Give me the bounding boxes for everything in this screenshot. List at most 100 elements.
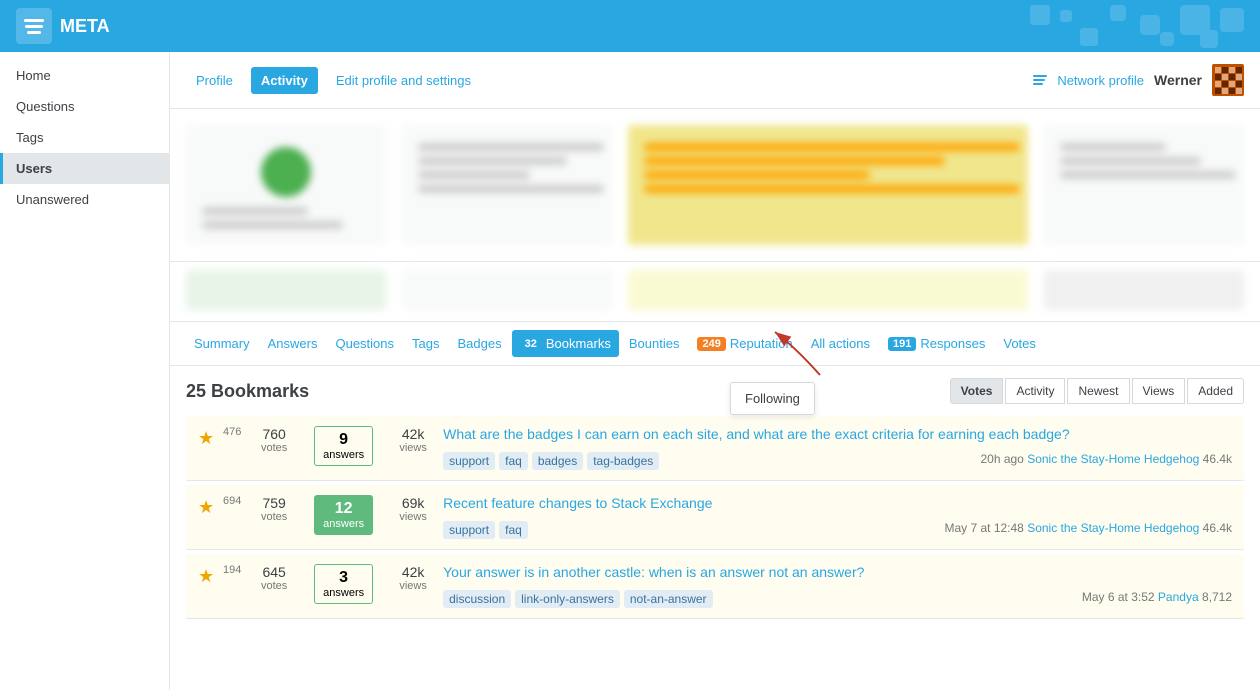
question-title[interactable]: What are the badges I can earn on each s… <box>443 426 1070 442</box>
meta-row: discussion link-only-answers not-an-answ… <box>443 584 1232 608</box>
top-tabs-bar: Profile Activity Edit profile and settin… <box>170 52 1260 109</box>
sidebar-item-unanswered[interactable]: Unanswered <box>0 184 169 215</box>
tag[interactable]: support <box>443 452 495 470</box>
table-row: ★ 194 645 votes 3 answers 42k views Your… <box>186 554 1244 619</box>
bookmarks-badge: 32 <box>520 337 542 351</box>
views-cell: 42k views <box>393 564 433 592</box>
section-header: 25 Bookmarks Votes Activity Newest Views… <box>170 366 1260 416</box>
tags-row: discussion link-only-answers not-an-answ… <box>443 590 712 608</box>
reputation-badge: 249 <box>697 337 725 351</box>
sort-buttons: Votes Activity Newest Views Added <box>950 378 1244 404</box>
section-count: 25 <box>186 381 206 401</box>
tags-row: support faq <box>443 521 528 539</box>
tab-edit-profile[interactable]: Edit profile and settings <box>326 67 481 94</box>
nav-tabs-bar: Summary Answers Questions Tags Badges 32… <box>170 322 1260 366</box>
following-tooltip: Following <box>730 382 815 415</box>
view-count: 69k <box>402 495 425 511</box>
vote-count: 760 <box>262 426 285 442</box>
tab-responses[interactable]: 191 Responses <box>880 330 993 357</box>
meta-row: support faq badges tag-badges 20h ago So… <box>443 446 1232 470</box>
network-profile-link[interactable]: Network profile Werner <box>1033 64 1244 96</box>
meta-rep: 46.4k <box>1203 452 1232 466</box>
profile-extra-box <box>1044 125 1244 245</box>
site-logo[interactable]: META <box>16 8 110 44</box>
tab-badges[interactable]: Badges <box>450 330 510 357</box>
tag[interactable]: link-only-answers <box>515 590 620 608</box>
meta-time: May 6 at 3:52 <box>1082 590 1155 604</box>
question-content: What are the badges I can earn on each s… <box>443 426 1232 470</box>
tab-bookmarks[interactable]: 32 Bookmarks <box>512 330 619 357</box>
meta-user-link[interactable]: Pandya <box>1158 590 1202 604</box>
tag[interactable]: faq <box>499 521 528 539</box>
table-row: ★ 694 759 votes 12 answers 69k views Rec… <box>186 485 1244 550</box>
question-meta: 20h ago Sonic the Stay-Home Hedgehog 46.… <box>980 452 1232 466</box>
question-meta: May 6 at 3:52 Pandya 8,712 <box>1082 590 1232 604</box>
question-title[interactable]: Your answer is in another castle: when i… <box>443 564 864 580</box>
question-content: Your answer is in another castle: when i… <box>443 564 1232 608</box>
bookmark-count: 194 <box>220 564 244 577</box>
avatar <box>1212 64 1244 96</box>
tooltip-label: Following <box>745 391 800 406</box>
tag[interactable]: tag-badges <box>587 452 659 470</box>
question-list: ★ 476 760 votes 9 answers 42k views What… <box>170 416 1260 619</box>
views-label: views <box>399 442 427 454</box>
sort-views[interactable]: Views <box>1132 378 1186 404</box>
bookmark-star-icon: ★ <box>198 566 214 587</box>
sidebar-item-tags[interactable]: Tags <box>0 122 169 153</box>
bookmark-count: 694 <box>220 495 244 508</box>
tag[interactable]: faq <box>499 452 528 470</box>
arrow-indicator <box>765 327 825 380</box>
tab-profile[interactable]: Profile <box>186 67 243 94</box>
section-title: 25 Bookmarks <box>186 381 309 402</box>
tag[interactable]: not-an-answer <box>624 590 713 608</box>
tag[interactable]: badges <box>532 452 583 470</box>
tab-answers[interactable]: Answers <box>260 330 326 357</box>
sidebar-item-questions[interactable]: Questions <box>0 91 169 122</box>
vote-count: 759 <box>262 495 285 511</box>
table-row: ★ 476 760 votes 9 answers 42k views What… <box>186 416 1244 481</box>
section-title-text: Bookmarks <box>211 381 309 401</box>
votes-cell: 759 votes <box>254 495 294 523</box>
views-cell: 69k views <box>393 495 433 523</box>
votes-cell: 645 votes <box>254 564 294 592</box>
sidebar-item-users[interactable]: Users <box>0 153 169 184</box>
tab-bounties[interactable]: Bounties <box>621 330 688 357</box>
tag[interactable]: support <box>443 521 495 539</box>
tab-activity[interactable]: Activity <box>251 67 318 94</box>
sort-votes[interactable]: Votes <box>950 378 1004 404</box>
votes-label: votes <box>261 580 287 592</box>
sort-activity[interactable]: Activity <box>1005 378 1065 404</box>
tag[interactable]: discussion <box>443 590 511 608</box>
sort-added[interactable]: Added <box>1187 378 1244 404</box>
sort-newest[interactable]: Newest <box>1067 378 1129 404</box>
profile-badges-box <box>628 125 1028 245</box>
tags-row: support faq badges tag-badges <box>443 452 659 470</box>
meta-row: support faq May 7 at 12:48 Sonic the Sta… <box>443 515 1232 539</box>
vote-count: 645 <box>262 564 285 580</box>
meta-user-link[interactable]: Sonic the Stay-Home Hedgehog <box>1027 521 1202 535</box>
nav-section: Summary Answers Questions Tags Badges 32… <box>170 322 1260 366</box>
view-count: 42k <box>402 426 425 442</box>
bookmark-count: 476 <box>220 426 244 439</box>
votes-label: votes <box>261 511 287 523</box>
profile-section-2 <box>170 262 1260 322</box>
tab-questions[interactable]: Questions <box>327 330 402 357</box>
responses-badge: 191 <box>888 337 916 351</box>
meta-user-link[interactable]: Sonic the Stay-Home Hedgehog <box>1027 452 1202 466</box>
question-title[interactable]: Recent feature changes to Stack Exchange <box>443 495 712 511</box>
username-label: Werner <box>1154 72 1202 88</box>
sidebar-item-home[interactable]: Home <box>0 60 169 91</box>
votes-cell: 760 votes <box>254 426 294 454</box>
answers-label: answers <box>323 518 364 530</box>
bookmark-star-icon: ★ <box>198 428 214 449</box>
main-content: Profile Activity Edit profile and settin… <box>170 52 1260 690</box>
answer-count: 12 <box>323 500 364 518</box>
tab-votes[interactable]: Votes <box>995 330 1044 357</box>
profile-stats-box <box>402 125 612 245</box>
answer-count: 3 <box>323 569 364 587</box>
answers-box: 3 answers <box>314 564 373 604</box>
site-name: META <box>60 16 110 37</box>
views-label: views <box>399 511 427 523</box>
tab-summary[interactable]: Summary <box>186 330 258 357</box>
tab-tags[interactable]: Tags <box>404 330 447 357</box>
